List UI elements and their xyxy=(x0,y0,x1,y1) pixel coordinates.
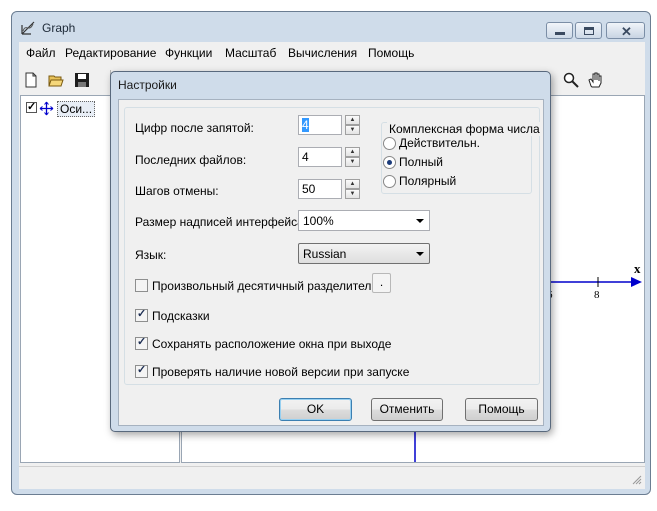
custom-separator-checkbox[interactable] xyxy=(135,279,148,292)
language-value: Russian xyxy=(303,247,347,261)
language-label: Язык: xyxy=(135,248,167,262)
language-select[interactable]: Russian xyxy=(298,243,430,264)
open-folder-icon[interactable] xyxy=(48,72,64,88)
radio-polar[interactable] xyxy=(383,175,396,188)
close-button[interactable]: ✕ xyxy=(606,22,645,39)
custom-separator-label: Произвольный десятичный разделитель: xyxy=(152,279,381,293)
hand-icon[interactable] xyxy=(587,72,603,88)
digits-value: 4 xyxy=(302,118,309,132)
radio-real[interactable] xyxy=(383,137,396,150)
spin-up-icon[interactable]: ▲ xyxy=(345,115,360,125)
undo-steps-input[interactable]: 50 xyxy=(298,179,342,199)
ok-button[interactable]: OK xyxy=(279,398,352,421)
undo-steps-spinner[interactable]: ▲ ▼ xyxy=(345,179,360,199)
font-size-value: 100% xyxy=(303,214,334,228)
spin-up-icon[interactable]: ▲ xyxy=(345,179,360,189)
tree-item-label: Оси... xyxy=(57,101,96,117)
help-button[interactable]: Помощь xyxy=(465,398,538,421)
spin-up-icon[interactable]: ▲ xyxy=(345,147,360,157)
menu-help[interactable]: Помощь xyxy=(368,46,414,60)
check-updates-label: Проверять наличие новой версии при запус… xyxy=(152,365,410,379)
complex-form-legend: Комплексная форма числа xyxy=(387,122,542,136)
graph-icon xyxy=(21,21,35,35)
minimize-button[interactable] xyxy=(546,22,573,39)
recent-files-spinner[interactable]: ▲ ▼ xyxy=(345,147,360,167)
close-icon: ✕ xyxy=(621,24,632,39)
zoom-icon[interactable] xyxy=(563,72,579,88)
radio-full-label: Полный xyxy=(399,155,443,169)
axes-icon xyxy=(39,101,54,116)
maximize-icon xyxy=(584,27,594,35)
digits-spinner[interactable]: ▲ ▼ xyxy=(345,115,360,135)
radio-real-label: Действительн. xyxy=(399,136,480,150)
recent-files-input[interactable]: 4 xyxy=(298,147,342,167)
save-icon[interactable] xyxy=(74,72,90,88)
menu-file[interactable]: Файл xyxy=(26,46,56,60)
title-bar[interactable]: Graph ✕ xyxy=(12,12,650,42)
separator-button[interactable]: . xyxy=(372,273,391,293)
chevron-down-icon[interactable] xyxy=(416,219,424,223)
cancel-button[interactable]: Отменить xyxy=(371,398,443,421)
minimize-icon xyxy=(555,32,565,35)
save-position-checkbox[interactable] xyxy=(135,335,148,350)
x-axis-label: x xyxy=(634,261,641,276)
x-tick-label-8: 8 xyxy=(594,289,600,301)
settings-dialog: Настройки Цифр после запятой: 4 ▲ ▼ Посл… xyxy=(110,71,551,432)
axes-visible-checkbox[interactable] xyxy=(26,100,37,113)
hints-label: Подсказки xyxy=(152,309,210,323)
radio-full[interactable] xyxy=(383,156,396,169)
menu-functions[interactable]: Функции xyxy=(165,46,212,60)
dialog-title: Настройки xyxy=(118,78,177,92)
undo-steps-label: Шагов отмены: xyxy=(135,184,219,198)
save-position-label: Сохранять расположение окна при выходе xyxy=(152,337,392,351)
digits-input[interactable]: 4 xyxy=(298,115,342,135)
dialog-client: Цифр после запятой: 4 ▲ ▼ Последних файл… xyxy=(118,99,544,426)
new-file-icon[interactable] xyxy=(23,72,39,88)
chevron-down-icon[interactable] xyxy=(416,252,424,256)
digits-label: Цифр после запятой: xyxy=(135,121,254,135)
font-size-combobox[interactable]: 100% xyxy=(298,210,430,231)
hints-checkbox[interactable] xyxy=(135,307,148,322)
menu-calculations[interactable]: Вычисления xyxy=(288,46,357,60)
recent-files-label: Последних файлов: xyxy=(135,153,247,167)
resize-grip-icon[interactable] xyxy=(632,475,642,485)
spin-down-icon[interactable]: ▼ xyxy=(345,189,360,199)
maximize-button[interactable] xyxy=(575,22,602,39)
spin-down-icon[interactable]: ▼ xyxy=(345,125,360,135)
radio-polar-label: Полярный xyxy=(399,174,457,188)
menu-bar: Файл Редактирование Функции Масштаб Вычи… xyxy=(19,42,645,64)
x-axis-arrow xyxy=(631,277,642,287)
status-bar xyxy=(19,466,645,488)
font-size-label: Размер надписей интерфейса: xyxy=(135,215,308,229)
spin-down-icon[interactable]: ▼ xyxy=(345,157,360,167)
check-updates-checkbox[interactable] xyxy=(135,363,148,378)
menu-scale[interactable]: Масштаб xyxy=(225,46,276,60)
menu-edit[interactable]: Редактирование xyxy=(65,46,156,60)
window-title: Graph xyxy=(42,21,76,35)
